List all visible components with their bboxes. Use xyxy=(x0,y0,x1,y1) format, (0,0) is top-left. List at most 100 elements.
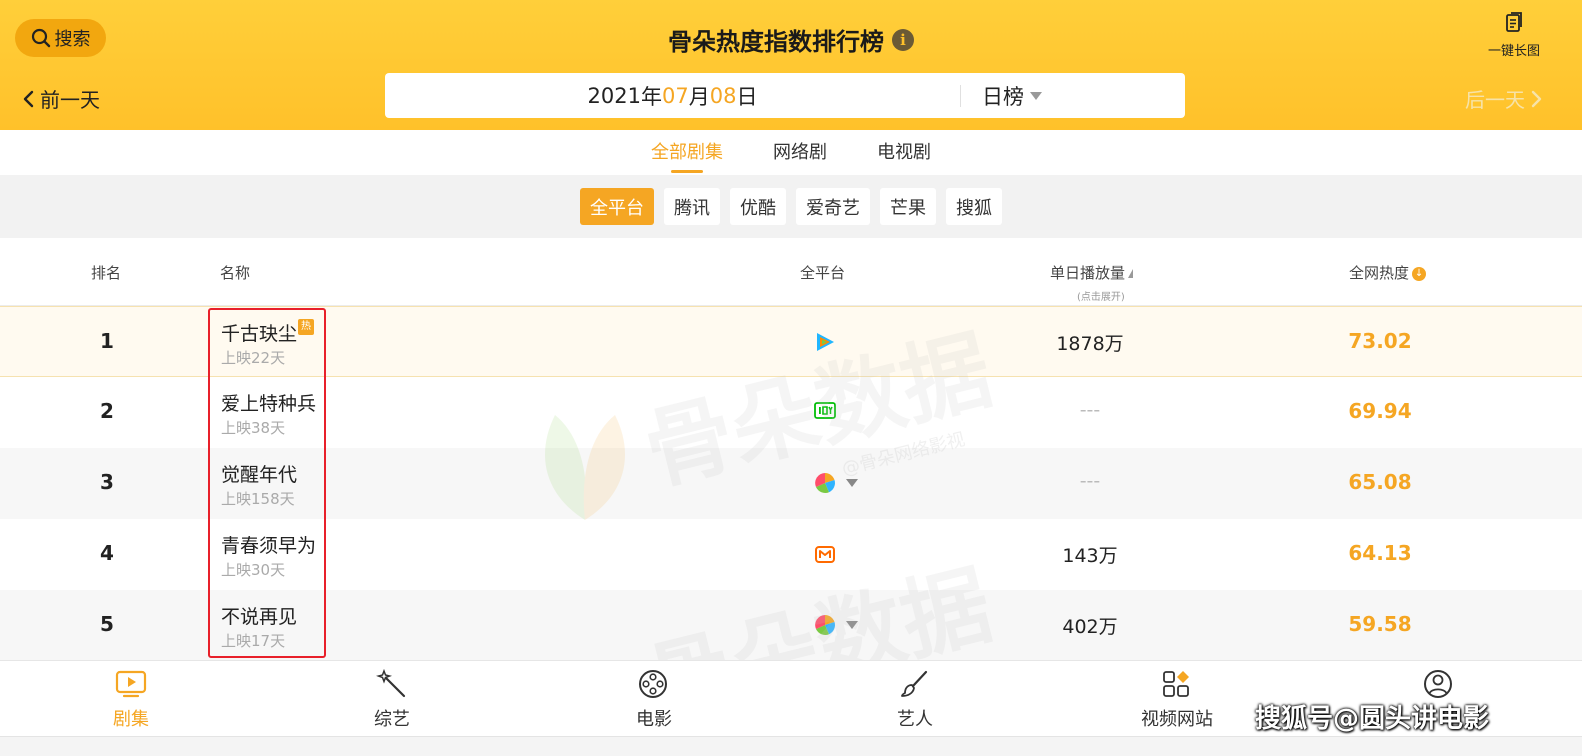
row-platform xyxy=(814,543,836,565)
app-root: 搜索 骨朵热度指数排行榜 i 一键长图 前一天 2021 年 07 月 08 日 xyxy=(0,0,1582,756)
next-day-button[interactable]: 后一天 xyxy=(1465,84,1543,113)
rank-type-dropdown[interactable]: 日榜 xyxy=(982,73,1042,118)
header-heat[interactable]: 全网热度 ↓ xyxy=(1349,262,1427,283)
bottom-strip xyxy=(0,736,1582,756)
nav-series[interactable]: 剧集 xyxy=(71,669,191,731)
sort-icon xyxy=(1128,269,1134,278)
row-name: 千古玦尘热 xyxy=(221,319,315,346)
row-platform[interactable] xyxy=(814,614,858,636)
platform-mango[interactable]: 芒果 xyxy=(880,188,936,225)
table-row[interactable]: 4 青春须早为 上映30天 143万 64.13 xyxy=(0,519,1582,590)
nav-movie[interactable]: 电影 xyxy=(594,669,714,731)
platform-tencent[interactable]: 腾讯 xyxy=(664,188,720,225)
row-name: 爱上特种兵 xyxy=(221,393,317,415)
row-name: 青春须早为 xyxy=(221,535,317,557)
date-selector[interactable]: 2021 年 07 月 08 日 xyxy=(385,73,960,118)
row-platform[interactable] xyxy=(814,472,858,494)
magic-wand-icon xyxy=(375,668,406,698)
date-picker: 2021 年 07 月 08 日 日榜 xyxy=(385,73,1185,118)
nav-variety[interactable]: 综艺 xyxy=(332,668,452,731)
table-row[interactable]: 1 千古玦尘热 上映22天 1878万 73.02 xyxy=(0,306,1582,377)
row-daily-plays: --- xyxy=(1079,399,1101,421)
nav-artist[interactable]: 艺人 xyxy=(855,669,975,731)
caret-down-icon xyxy=(1030,91,1042,100)
film-reel-icon xyxy=(639,670,667,698)
multi-platform-icon xyxy=(815,473,835,493)
row-days: 上映30天 xyxy=(221,561,286,579)
info-icon[interactable]: i xyxy=(892,28,914,51)
row-rank: 3 xyxy=(100,470,114,494)
row-name: 觉醒年代 xyxy=(221,464,298,486)
row-heat: 59.58 xyxy=(1348,612,1412,636)
long-image-button[interactable]: 一键长图 xyxy=(1480,12,1548,59)
next-day-label: 后一天 xyxy=(1465,88,1525,112)
table-row[interactable]: 2 爱上特种兵 上映38天 --- 69.94 xyxy=(0,377,1582,448)
header-platform: 全平台 xyxy=(800,264,846,282)
header-daily-plays-hint: (点击展开) xyxy=(1077,292,1125,303)
row-days: 上映38天 xyxy=(221,419,286,437)
platform-all[interactable]: 全平台 xyxy=(580,188,654,225)
row-platform xyxy=(814,401,836,421)
date-divider xyxy=(960,85,961,107)
rank-type-label: 日榜 xyxy=(982,84,1024,109)
row-name-text: 千古玦尘 xyxy=(221,323,298,345)
row-rank: 4 xyxy=(100,541,114,565)
tab-tv-series[interactable]: 电视剧 xyxy=(877,130,931,175)
row-days: 上映17天 xyxy=(221,632,286,650)
brush-icon xyxy=(901,670,928,697)
date-month-unit: 月 xyxy=(688,84,710,109)
prev-day-label: 前一天 xyxy=(40,88,100,112)
row-heat: 73.02 xyxy=(1348,329,1412,353)
prev-day-button[interactable]: 前一天 xyxy=(22,84,100,113)
sort-down-icon: ↓ xyxy=(1412,266,1427,281)
row-daily-plays: 402万 xyxy=(1062,616,1118,638)
row-rank: 5 xyxy=(100,612,114,636)
row-days: 上映158天 xyxy=(221,490,295,508)
chevron-right-icon xyxy=(1531,90,1542,107)
long-image-label: 一键长图 xyxy=(1487,44,1540,59)
nav-artist-label: 艺人 xyxy=(897,709,933,730)
tab-all-series[interactable]: 全部剧集 xyxy=(651,130,723,175)
header-name: 名称 xyxy=(220,264,251,282)
chevron-left-icon xyxy=(23,90,34,107)
header-daily-plays-label: 单日播放量 xyxy=(1050,264,1126,282)
mango-tv-icon xyxy=(815,546,835,563)
credit-watermark: 搜狐号@圆头讲电影 xyxy=(1255,704,1490,734)
row-heat: 64.13 xyxy=(1348,541,1412,565)
platform-filter: 全平台 腾讯 优酷 爱奇艺 芒果 搜狐 xyxy=(0,175,1582,238)
nav-movie-label: 电影 xyxy=(636,709,672,730)
caret-down-icon xyxy=(846,621,858,629)
platform-youku[interactable]: 优酷 xyxy=(730,188,786,225)
table-row[interactable]: 3 觉醒年代 上映158天 --- 65.08 xyxy=(0,448,1582,519)
row-heat: 65.08 xyxy=(1348,470,1412,494)
hot-badge: 热 xyxy=(298,319,315,335)
user-avatar-icon xyxy=(1424,670,1452,698)
date-day-unit: 日 xyxy=(736,84,758,109)
header-heat-label: 全网热度 xyxy=(1349,264,1410,282)
tab-web-series[interactable]: 网络剧 xyxy=(773,130,827,175)
row-daily-plays: --- xyxy=(1079,470,1101,492)
nav-variety-label: 综艺 xyxy=(374,709,410,730)
row-daily-plays: 1878万 xyxy=(1056,333,1124,355)
date-year: 2021 xyxy=(587,83,641,108)
header-rank: 排名 xyxy=(91,264,122,282)
platform-sohu[interactable]: 搜狐 xyxy=(946,188,1002,225)
category-tabs: 全部剧集 网络剧 电视剧 xyxy=(0,130,1582,175)
row-platform xyxy=(814,331,836,353)
date-year-unit: 年 xyxy=(640,84,662,109)
date-month: 07 xyxy=(661,83,689,108)
tv-play-icon xyxy=(115,670,147,698)
row-days: 上映22天 xyxy=(221,349,286,367)
header: 搜索 骨朵热度指数排行榜 i 一键长图 前一天 2021 年 07 月 08 日 xyxy=(0,0,1582,130)
table-row[interactable]: 5 不说再见 上映17天 402万 59.58 xyxy=(0,590,1582,661)
header-daily-plays[interactable]: 单日播放量 xyxy=(1050,262,1134,283)
title-wrap: 骨朵热度指数排行榜 i xyxy=(0,22,1582,57)
nav-video-sites[interactable]: 视频网站 xyxy=(1117,669,1237,731)
date-day: 08 xyxy=(709,83,737,108)
caret-down-icon xyxy=(846,479,858,487)
table-header: 排名 名称 全平台 单日播放量 (点击展开) 全网热度 ↓ xyxy=(0,238,1582,306)
row-rank: 2 xyxy=(100,399,114,423)
platform-iqiyi[interactable]: 爱奇艺 xyxy=(796,188,870,225)
row-name: 不说再见 xyxy=(221,606,298,628)
row-heat: 69.94 xyxy=(1348,399,1412,423)
